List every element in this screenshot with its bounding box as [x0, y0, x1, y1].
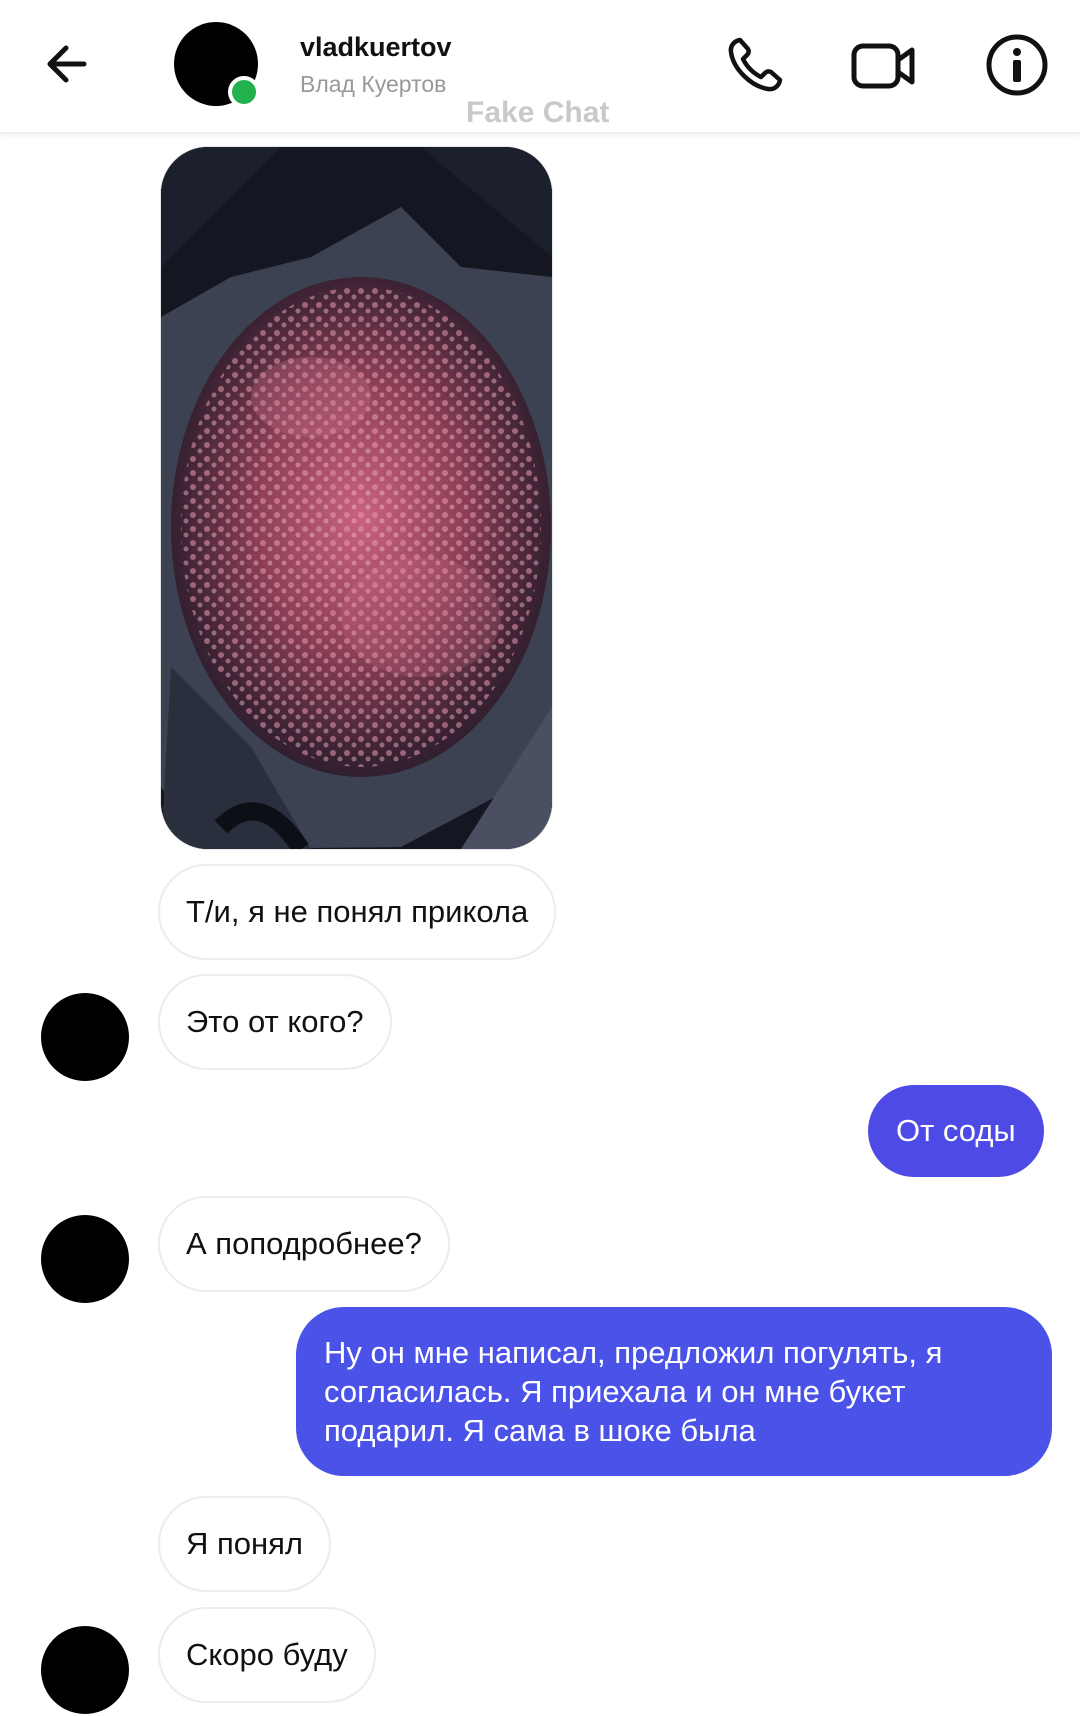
outgoing-message[interactable]: Ну он мне написал, предложил погулять, я…: [296, 1307, 1052, 1476]
contact-full-name: Влад Куертов: [300, 71, 447, 97]
incoming-message[interactable]: Это от кого?: [158, 974, 392, 1070]
incoming-message[interactable]: А поподробнее?: [158, 1196, 450, 1292]
incoming-message[interactable]: Я понял: [158, 1496, 332, 1592]
sender-avatar[interactable]: [41, 993, 129, 1081]
video-camera-icon[interactable]: [848, 30, 918, 100]
sender-avatar[interactable]: [41, 1626, 129, 1714]
back-arrow-icon[interactable]: [40, 36, 96, 92]
photo-message[interactable]: [160, 146, 553, 850]
contact-username[interactable]: vladkuertov: [300, 32, 452, 63]
outgoing-message[interactable]: От соды: [868, 1085, 1044, 1177]
chat-header: vladkuertov Влад Куертов Fake Chat: [0, 0, 1080, 134]
incoming-message[interactable]: Т/и, я не понял прикола: [158, 864, 557, 960]
online-status-indicator: [228, 76, 260, 108]
bouquet-photo: [161, 147, 552, 849]
incoming-message[interactable]: Скоро буду: [158, 1607, 376, 1703]
sender-avatar[interactable]: [41, 1215, 129, 1303]
watermark: Fake Chat: [466, 96, 610, 129]
info-icon[interactable]: [982, 30, 1052, 100]
phone-icon[interactable]: [720, 30, 790, 100]
